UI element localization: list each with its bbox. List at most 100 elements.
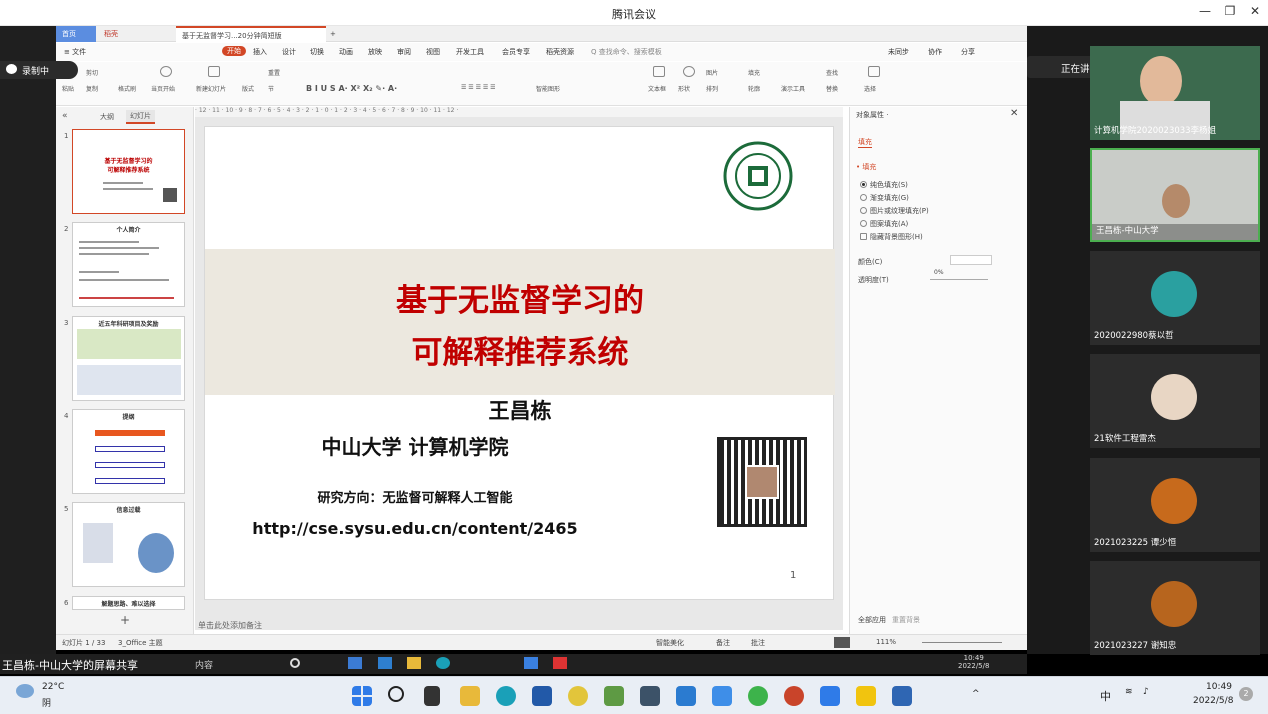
slide-research[interactable]: 研究方向：无监督可解释人工智能 [100,487,730,506]
radio-picture[interactable] [860,207,867,214]
start-icon[interactable] [352,686,372,706]
tab-outline[interactable]: 大纲 [100,112,114,122]
arrange-button[interactable]: 排列 [706,84,718,93]
format-painter[interactable]: 格式刷 [118,84,136,93]
video-tile-2[interactable]: 王昌栋-中山大学 [1090,148,1260,242]
tab-daoke[interactable]: 稻壳 [98,26,124,42]
apply-all-button[interactable]: 全部应用 [858,615,886,625]
outline-button[interactable]: 轮廓 [748,84,760,93]
reset-button[interactable]: 重置 [268,68,280,77]
vscode-icon[interactable] [676,686,696,706]
slide-thumb-2[interactable]: 个人简介 [72,222,185,307]
fill-tab[interactable]: 填充 [858,137,872,148]
new-slide-icon[interactable] [208,66,220,77]
sticky-icon[interactable] [856,686,876,706]
tencent-meeting-icon[interactable] [820,686,840,706]
notepad-icon[interactable] [604,686,624,706]
checkbox-hide-bg[interactable] [860,233,867,240]
taskview-icon[interactable] [424,686,440,706]
maximize-icon[interactable]: ❐ [1220,4,1240,18]
smart-beautify[interactable]: 智能美化 [656,638,684,648]
unsynced-button[interactable]: 未同步 [888,47,909,57]
menu-home[interactable]: 开始 [222,46,246,56]
section-button[interactable]: 节 [268,84,274,93]
share-button[interactable]: 分享 [961,47,975,57]
font-style-row[interactable]: B I U S A· X² X₂ ✎· A· [306,84,397,93]
option-pattern[interactable]: 图案填充(A) [870,219,908,229]
search-icon[interactable] [388,686,404,702]
option-gradient[interactable]: 渐变填充(G) [870,193,909,203]
video-tile-4[interactable]: 21软件工程雷杰 [1090,354,1260,448]
slide-title-line2[interactable]: 可解释推荐系统 [205,327,835,372]
play-icon[interactable] [160,66,172,77]
play-from-current[interactable]: 当页开始 [151,84,175,93]
select-icon[interactable] [868,66,880,77]
paste-button[interactable]: 粘贴 [62,84,74,93]
paragraph-row[interactable]: ☰ ☰ ☰ ☰ ☰ [461,84,496,91]
weather-desc[interactable]: 阴 [42,696,51,709]
wifi-icon[interactable]: ≋ [1125,687,1133,697]
ime-indicator[interactable]: 中 [1100,688,1111,704]
radio-gradient[interactable] [860,194,867,201]
add-slide-icon[interactable]: + [120,613,130,627]
tab-home[interactable]: 首页 [56,26,96,42]
shape-icon[interactable] [683,66,695,77]
menu-view[interactable]: 视图 [426,47,440,57]
slide-thumb-3[interactable]: 近五年科研项目及奖励 [72,316,185,401]
menu-animation[interactable]: 动画 [339,47,353,57]
pane-close-icon[interactable]: ✕ [1010,108,1018,119]
tab-slides[interactable]: 幻灯片 [126,110,155,124]
slide-thumb-1[interactable]: 基于无监督学习的 可解释推荐系统 [72,129,185,214]
option-hide-bg[interactable]: 隐藏背景图形(H) [870,232,923,242]
photos-icon[interactable] [892,686,912,706]
notification-badge[interactable]: 2 [1239,687,1253,701]
textbox-icon[interactable] [653,66,665,77]
menu-file[interactable]: ≡ 文件 [64,47,86,57]
recording-indicator[interactable]: 录制中 [0,61,78,79]
option-solid[interactable]: 纯色填充(S) [870,180,908,190]
wechat-icon[interactable] [748,686,768,706]
tab-document[interactable]: 基于无监督学习...20分钟简短版 [176,26,326,42]
present-tools-button[interactable]: 演示工具 [781,84,805,93]
select-button[interactable]: 选择 [864,84,876,93]
fill-button[interactable]: 填充 [748,68,760,77]
smart-art-button[interactable]: 智能图形 [536,84,560,93]
store-icon[interactable] [532,686,552,706]
slide-thumb-5[interactable]: 信息过载 [72,502,185,587]
tray-chevron-icon[interactable]: ^ [972,689,980,699]
slide-affiliation[interactable]: 中山大学 计算机学院 [100,431,730,460]
clock-date[interactable]: 2022/5/8 [1193,696,1233,706]
menu-review[interactable]: 审阅 [397,47,411,57]
radio-solid[interactable] [860,181,867,188]
textbox-button[interactable]: 文本框 [648,84,666,93]
menu-devtools[interactable]: 开发工具 [456,47,484,57]
app-icon[interactable] [568,686,588,706]
slide-canvas[interactable]: 基于无监督学习的 可解释推荐系统 王昌栋 中山大学 计算机学院 研究方向：无监督… [204,126,835,600]
minimize-icon[interactable]: — [1195,4,1215,18]
weather-icon[interactable] [16,684,34,698]
notes-toggle[interactable]: 备注 [716,638,730,648]
video-tile-6[interactable]: 2021023227 谢知忠 [1090,561,1260,655]
comment-toggle[interactable]: 批注 [751,638,765,648]
volume-icon[interactable]: ♪ [1143,687,1149,697]
menu-slideshow[interactable]: 放映 [368,47,382,57]
play-slideshow-icon[interactable] [834,637,850,648]
replace-button[interactable]: 替换 [826,84,838,93]
collapse-pane-icon[interactable]: « [62,111,68,121]
edge-icon[interactable] [496,686,516,706]
menu-design[interactable]: 设计 [282,47,296,57]
explorer-icon[interactable] [460,686,480,706]
copy-button[interactable]: 复制 [86,84,98,93]
clock-time[interactable]: 10:49 [1206,682,1232,692]
video-tile-1[interactable]: 计算机学院2020023033李杨姐 [1090,46,1260,140]
slide-author[interactable]: 王昌栋 [205,395,835,425]
slide-thumb-6[interactable]: 解题思路、难以选择 [72,596,185,610]
menu-transition[interactable]: 切换 [310,47,324,57]
new-slide-button[interactable]: 新建幻灯片 [196,84,226,93]
new-tab-icon[interactable]: + [324,26,342,42]
color-select[interactable] [950,255,992,265]
slide-title-line1[interactable]: 基于无监督学习的 [205,275,835,320]
cat-app-icon[interactable] [640,686,660,706]
menu-daoke-res[interactable]: 稻壳资源 [546,47,574,57]
notes-placeholder[interactable]: 单击此处添加备注 [198,620,262,631]
